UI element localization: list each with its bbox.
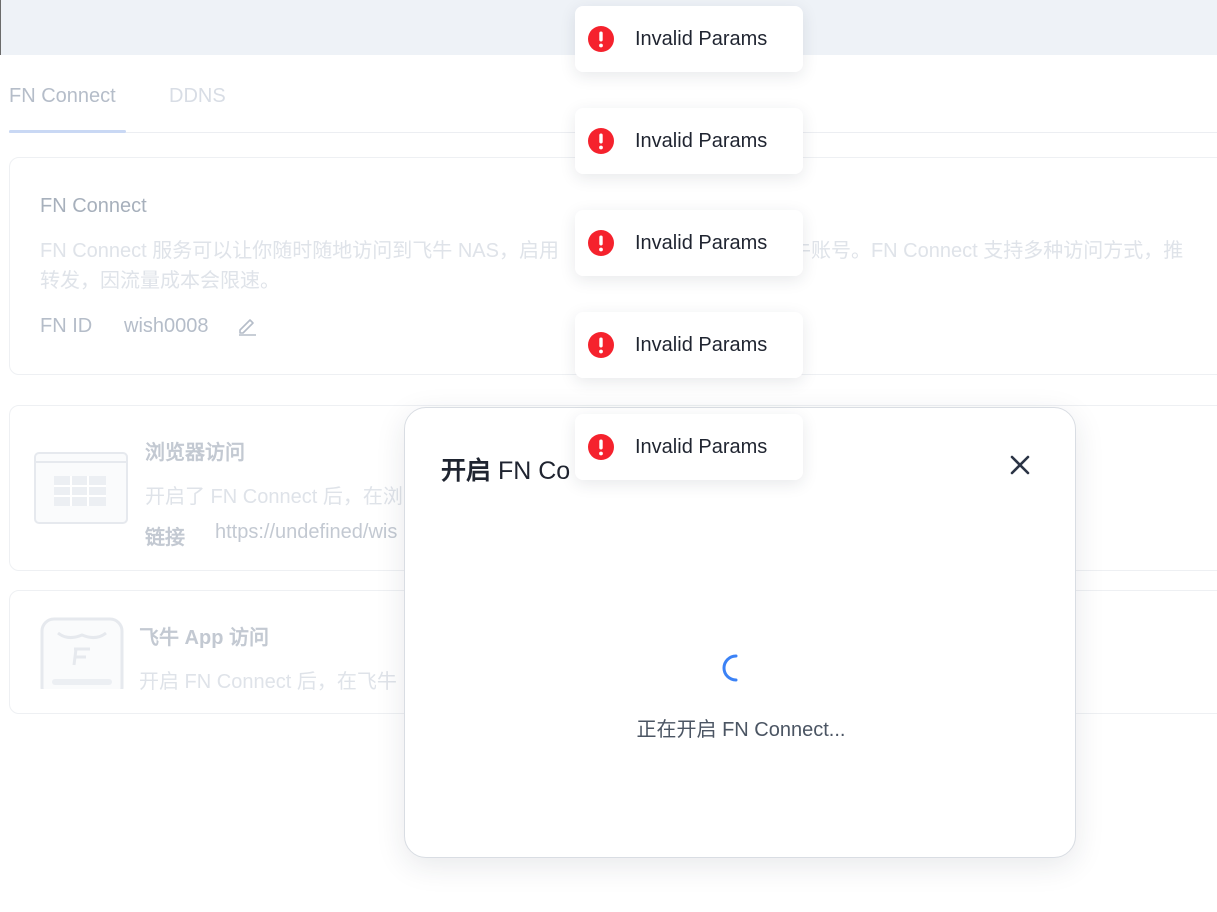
error-toast: Invalid Params	[575, 108, 803, 174]
dialog-title-rest: FN Co	[491, 457, 571, 485]
toast-message: Invalid Params	[635, 28, 768, 50]
error-toast: Invalid Params	[575, 414, 803, 480]
app-illustration-icon	[40, 617, 124, 689]
edit-icon[interactable]	[236, 314, 258, 336]
browser-access-title: 浏览器访问	[145, 442, 245, 464]
info-desc-line2: 转发，因流量成本会限速。	[40, 270, 280, 292]
browser-access-description: 开启了 FN Connect 后，在浏	[145, 486, 403, 508]
info-desc-line1: FN Connect 服务可以让你随时随地访问到飞牛 NAS，启用	[40, 240, 559, 262]
error-icon	[588, 230, 614, 256]
error-icon	[588, 26, 614, 52]
info-card-title: FN Connect	[40, 195, 147, 217]
info-desc-line1-tail: 飞牛账号。FN Connect 支持多种访问方式，推	[770, 240, 1184, 262]
tab-ddns[interactable]: DDNS	[169, 85, 226, 108]
toast-message: Invalid Params	[635, 232, 768, 254]
toast-message: Invalid Params	[635, 130, 768, 152]
error-icon	[588, 332, 614, 358]
error-icon	[588, 128, 614, 154]
error-toast: Invalid Params	[575, 312, 803, 378]
toast-message: Invalid Params	[635, 334, 768, 356]
tab-fn-connect[interactable]: FN Connect	[9, 85, 116, 108]
loading-spinner-icon	[722, 654, 738, 682]
toast-message: Invalid Params	[635, 436, 768, 458]
browser-link-label: 链接	[145, 527, 185, 549]
fn-id-label: FN ID	[40, 315, 93, 337]
error-toast: Invalid Params	[575, 6, 803, 72]
dialog-status-text: 正在开启 FN Connect...	[636, 719, 846, 741]
app-access-description: 开启 FN Connect 后，在飞牛	[139, 671, 397, 693]
error-toast: Invalid Params	[575, 210, 803, 276]
fn-id-value: wish0008	[124, 315, 209, 337]
app-access-title: 飞牛 App 访问	[139, 627, 269, 649]
error-icon	[588, 434, 614, 460]
browser-illustration-icon	[34, 452, 128, 524]
browser-link[interactable]: https://undefined/wis	[215, 521, 397, 544]
close-icon[interactable]	[1007, 452, 1033, 478]
dialog-title: 开启 FN Co	[441, 451, 570, 487]
active-tab-indicator	[9, 130, 126, 133]
dialog-title-bold: 开启	[441, 457, 492, 485]
